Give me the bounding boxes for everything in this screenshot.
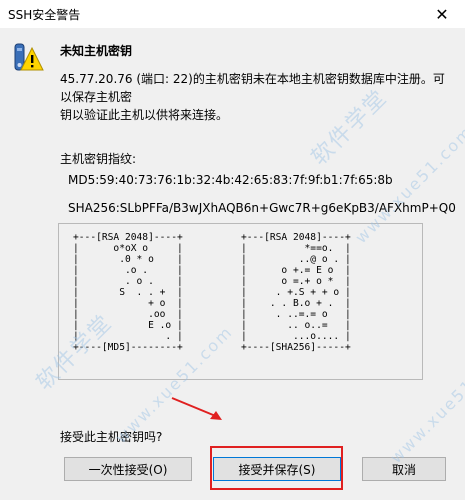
accept-once-button[interactable]: 一次性接受(O) [64,457,192,481]
accept-question: 接受此主机密钥吗? [60,430,163,444]
close-button[interactable]: ✕ [419,0,465,28]
randomart-box: +---[RSA 2048]----+ | o*oX o | | .0 * o … [58,223,423,380]
description-text: 45.77.20.76 (端口: 22)的主机密钥未在本地主机密钥数据库中注册。… [60,70,455,124]
md5-fingerprint: MD5:59:40:73:76:1b:32:4b:42:65:83:7f:9f:… [68,173,393,187]
highlight-box [210,446,343,490]
key-warning-icon [12,40,44,76]
randomart-sha256: +---[RSA 2048]----+ | *==o. | | ..@ o . … [241,232,351,353]
annotation-arrow-icon [171,397,222,420]
close-icon: ✕ [435,4,449,24]
description-line-1: 45.77.20.76 (端口: 22)的主机密钥未在本地主机密钥数据库中注册。… [60,72,445,104]
fingerprint-label: 主机密钥指纹: [60,152,137,166]
title-bar[interactable]: SSH安全警告 ✕ [0,0,465,28]
dialog-heading: 未知主机密钥 [60,44,133,58]
window-title: SSH安全警告 [8,8,81,22]
description-line-2: 钥以验证此主机以供将来连接。 [60,108,229,122]
